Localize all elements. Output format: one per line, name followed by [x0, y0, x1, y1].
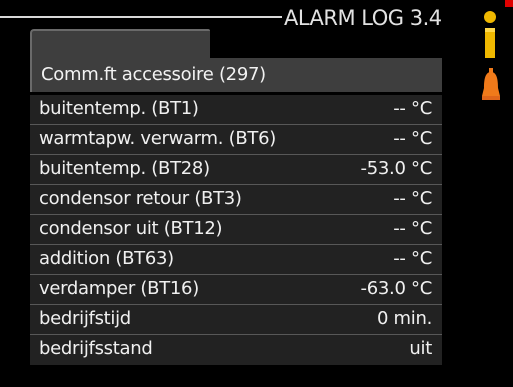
list-item-bt63[interactable]: addition (BT63) -- °C [30, 245, 442, 275]
list-item-value: -- °C [393, 248, 432, 269]
page-title: ALARM LOG 3.4 [284, 6, 442, 30]
list-item-value: 0 min. [376, 308, 432, 329]
list-item-value: -- °C [393, 188, 432, 209]
list-item-operating-time[interactable]: bedrijfstijd 0 min. [30, 305, 442, 335]
list-item-value: -- °C [393, 218, 432, 239]
list-item-label: buitentemp. (BT1) [39, 98, 199, 119]
list-item-label: buitentemp. (BT28) [39, 158, 210, 179]
list-item-bt6[interactable]: warmtapw. verwarm. (BT6) -- °C [30, 125, 442, 155]
list-item-value: uit [409, 338, 432, 359]
list-item-bt3[interactable]: condensor retour (BT3) -- °C [30, 185, 442, 215]
alarm-detail-list: buitentemp. (BT1) -- °C warmtapw. verwar… [30, 95, 442, 365]
list-item-label: warmtapw. verwarm. (BT6) [39, 128, 276, 149]
list-item-bt28[interactable]: buitentemp. (BT28) -53.0 °C [30, 155, 442, 185]
list-item-label: addition (BT63) [39, 248, 174, 269]
list-item-value: -53.0 °C [360, 158, 433, 179]
bell-icon[interactable] [481, 68, 501, 104]
list-item-value: -63.0 °C [360, 278, 433, 299]
list-item-bt16[interactable]: verdamper (BT16) -63.0 °C [30, 275, 442, 305]
info-icon[interactable] [482, 10, 498, 62]
alarm-indicator [505, 0, 513, 7]
list-item-label: bedrijfsstand [39, 338, 153, 359]
list-item-label: condensor retour (BT3) [39, 188, 242, 209]
list-item-value: -- °C [393, 128, 432, 149]
list-item-label: verdamper (BT16) [39, 278, 199, 299]
list-item-label: bedrijfstijd [39, 308, 131, 329]
list-item-bt12[interactable]: condensor uit (BT12) -- °C [30, 215, 442, 245]
title-rule [0, 16, 282, 18]
list-item-bt1[interactable]: buitentemp. (BT1) -- °C [30, 95, 442, 125]
list-item-operating-mode[interactable]: bedrijfsstand uit [30, 335, 442, 364]
section-header: Comm.ft accessoire (297) [30, 58, 442, 92]
list-item-value: -- °C [393, 98, 432, 119]
list-item-label: condensor uit (BT12) [39, 218, 223, 239]
section-header-label: Comm.ft accessoire (297) [41, 64, 266, 85]
